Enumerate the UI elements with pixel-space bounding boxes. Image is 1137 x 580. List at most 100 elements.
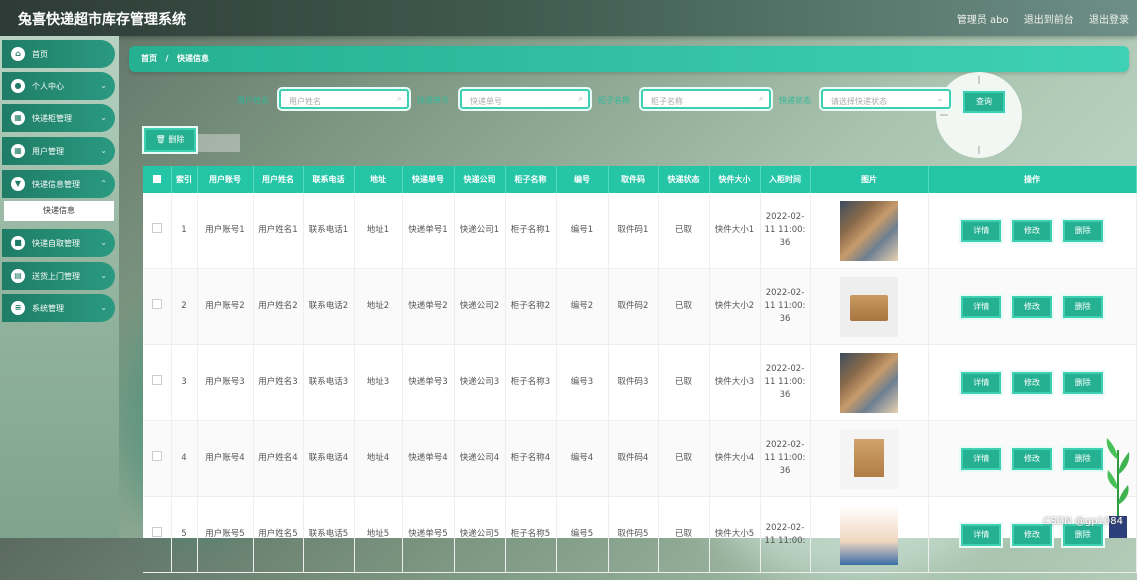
cell-company: 快递公司5 [454,496,506,573]
edit-button[interactable]: 修改 [1012,447,1052,470]
tracking-input[interactable]: 快递单号 ⌕ [460,89,590,109]
cell-actions: 详情 修改 删除 [928,193,1137,269]
delete-button[interactable]: 删除 [1062,447,1103,470]
chevron-down-icon: ⌄ [100,238,107,247]
detail-button[interactable]: 详情 [961,523,1002,546]
cell-name: 用户姓名4 [253,420,304,497]
cell-no: 编号5 [556,496,609,573]
sidebar-item-label: 快递柜管理 [32,113,72,123]
sidebar-item-label: 送货上门管理 [32,271,80,281]
cell-addr: 地址3 [354,344,403,421]
delete-button[interactable]: 删除 [1062,219,1103,242]
cell-name: 用户姓名3 [253,344,304,421]
status-placeholder: 请选择快递状态 [831,97,887,106]
header-time: 入柜时间 [760,166,811,193]
breadcrumb-current: 快递信息 [177,54,210,63]
search-button[interactable]: 查询 [963,91,1005,113]
cell-addr: 地址2 [354,268,403,345]
cell-code: 取件码1 [608,193,659,269]
header-name: 用户姓名 [253,166,304,193]
cell-code: 取件码4 [608,420,659,497]
header-cabinet: 柜子名称 [505,166,557,193]
delete-button[interactable]: 删除 [1062,371,1103,394]
status-select[interactable]: 请选择快递状态 ⌄ [821,89,951,109]
cell-cabinet: 柜子名称4 [505,420,557,497]
sidebar-subitem-express-info[interactable]: 快递信息 [4,201,114,221]
edit-button[interactable]: 修改 [1012,295,1052,318]
sidebar-item-express-info[interactable]: ▼ 快递信息管理 ⌃ [2,170,115,198]
edit-button[interactable]: 修改 [1012,371,1052,394]
header-image: 图片 [810,166,929,193]
header-tracking: 快递单号 [402,166,455,193]
cell-size: 快件大小3 [709,344,761,421]
row-checkbox[interactable] [143,193,172,269]
cell-tracking: 快递单号3 [402,344,455,421]
table-row: 4 用户账号4 用户姓名4 联系电话4 地址4 快递单号4 快递公司4 柜子名称4 编号4 取件码… [143,420,1137,497]
cell-idx: 5 [171,496,198,573]
sidebar-item-label: 快递信息管理 [32,179,80,189]
package-photo [840,504,898,565]
cell-account: 用户账号2 [197,268,254,345]
header-size: 快件大小 [709,166,761,193]
cell-account: 用户账号1 [197,193,254,269]
delete-button[interactable]: 删除 [1062,295,1103,318]
cell-status: 已取 [658,496,710,573]
breadcrumb-home[interactable]: 首页 [141,54,157,63]
sidebar-item-system[interactable]: ≡ 系统管理 ⌄ [2,294,115,322]
row-checkbox[interactable] [143,268,172,345]
select-all-checkbox[interactable] [143,166,172,193]
cell-time: 2022-02-11 11:00:36 [760,193,811,269]
chevron-down-icon: ⌄ [100,271,107,280]
search-icon: ⌕ [758,94,764,104]
watermark: CSDN @gp1084 [1043,516,1123,527]
logout-link[interactable]: 退出登录 [1089,15,1129,26]
sidebar-item-home[interactable]: ⌂ 首页 [2,40,115,68]
cell-phone: 联系电话4 [303,420,355,497]
cell-company: 快递公司1 [454,193,506,269]
cell-no: 编号1 [556,193,609,269]
sidebar-item-self-pickup[interactable]: ■ 快递自取管理 ⌄ [2,229,115,257]
sidebar-item-delivery[interactable]: ▤ 送货上门管理 ⌄ [2,262,115,290]
breadcrumb-separator: / [165,54,169,63]
cell-company: 快递公司4 [454,420,506,497]
table-row: 3 用户账号3 用户姓名3 联系电话3 地址3 快递单号3 快递公司3 柜子名称3 编号3 取件码… [143,344,1137,421]
row-checkbox[interactable] [143,496,172,573]
cell-phone: 联系电话1 [303,193,355,269]
cell-phone: 联系电话3 [303,344,355,421]
goto-frontend-link[interactable]: 退出到前台 [1024,15,1074,26]
sidebar-item-cabinet[interactable]: ▦ 快递柜管理 ⌄ [2,104,115,132]
detail-button[interactable]: 详情 [961,219,1002,242]
cell-tracking: 快递单号2 [402,268,455,345]
detail-button[interactable]: 详情 [961,447,1002,470]
batch-delete-button[interactable]: 🗑 删除 [144,128,196,152]
cell-image [810,193,929,269]
cell-phone: 联系电话2 [303,268,355,345]
row-checkbox[interactable] [143,420,172,497]
cabinet-input[interactable]: 柜子名称 ⌕ [641,89,771,109]
grid-icon: ▦ [11,144,25,158]
cell-no: 编号2 [556,268,609,345]
cell-tracking: 快递单号4 [402,420,455,497]
cell-name: 用户姓名5 [253,496,304,573]
header-pickup-code: 取件码 [608,166,659,193]
cell-tracking: 快递单号1 [402,193,455,269]
cell-company: 快递公司3 [454,344,506,421]
username-input[interactable]: 用户姓名 ⌕ [279,89,409,109]
detail-button[interactable]: 详情 [961,295,1002,318]
row-checkbox[interactable] [143,344,172,421]
cell-actions: 详情 修改 删除 [928,344,1137,421]
shield-icon: ▼ [11,177,25,191]
chevron-down-icon: ⌄ [936,94,944,104]
header-account: 用户账号 [197,166,254,193]
cell-idx: 3 [171,344,198,421]
sidebar-item-profile[interactable]: ● 个人中心 ⌄ [2,72,115,100]
table-row: 5 用户账号5 用户姓名5 联系电话5 地址5 快递单号5 快递公司5 柜子名称5 编号5 取件码… [143,496,1137,573]
status-label: 快递状态 [779,96,811,105]
cell-image [810,420,929,497]
cell-account: 用户账号4 [197,420,254,497]
edit-button[interactable]: 修改 [1012,219,1052,242]
sidebar-item-users[interactable]: ▦ 用户管理 ⌄ [2,137,115,165]
home-icon: ⌂ [11,47,25,61]
detail-button[interactable]: 详情 [961,371,1002,394]
chevron-down-icon: ⌄ [100,113,107,122]
